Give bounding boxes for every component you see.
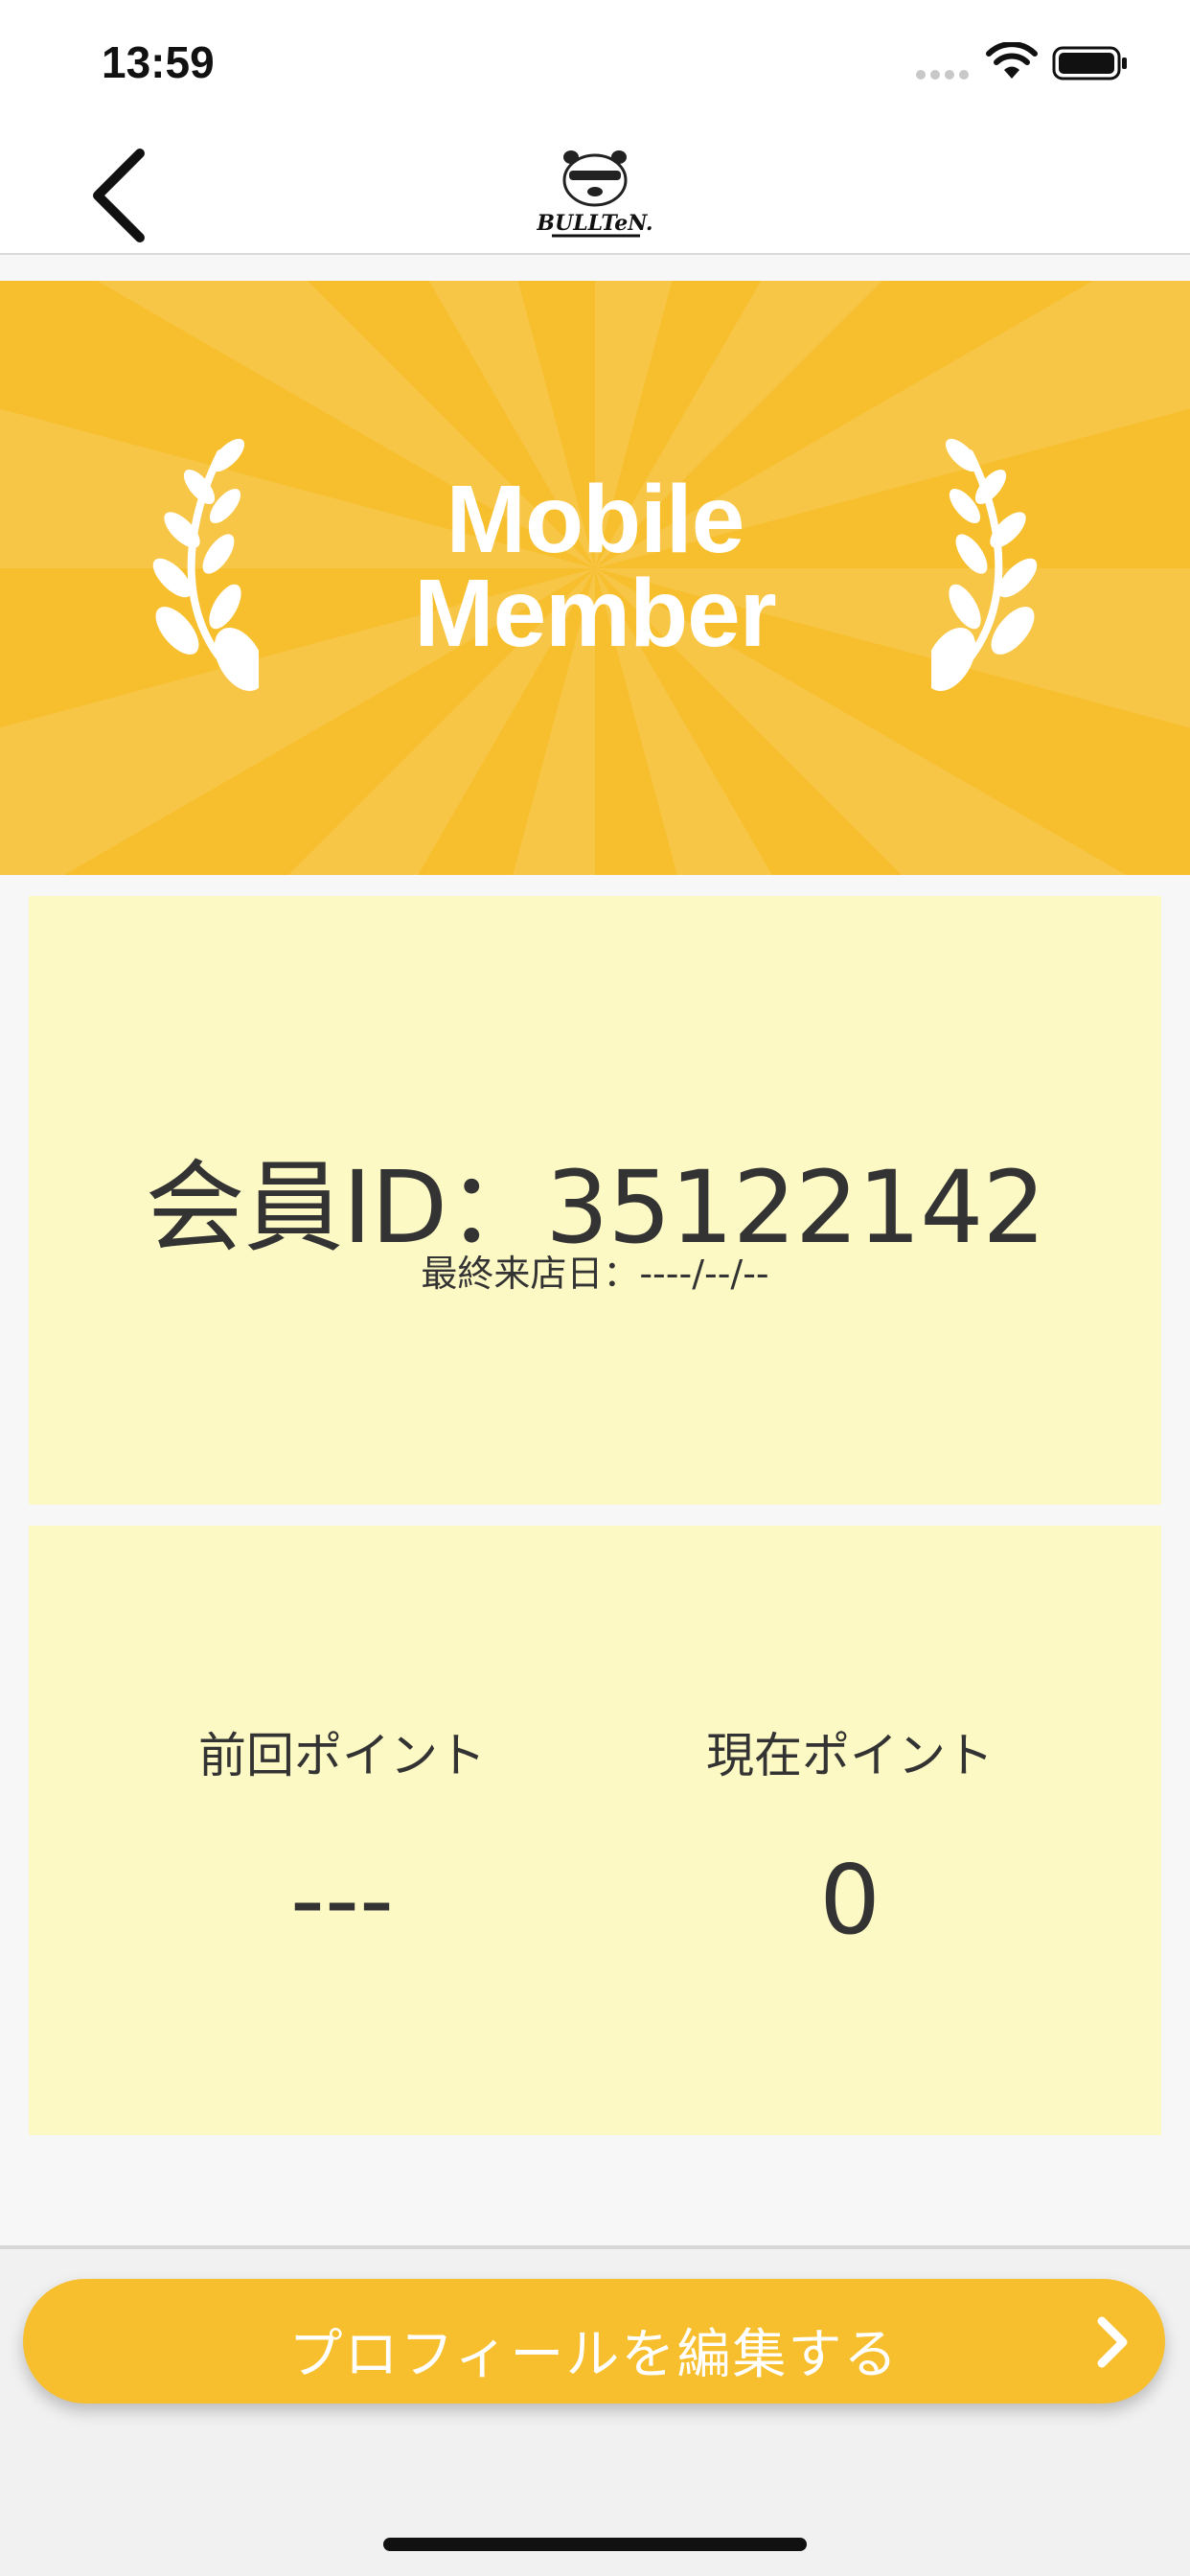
previous-points: 前回ポイント --- xyxy=(117,1717,567,1956)
current-points: 現在ポイント 0 xyxy=(625,1717,1075,1956)
status-bar: 13:59 xyxy=(0,0,1190,125)
signal-icon xyxy=(916,70,969,80)
battery-icon xyxy=(1052,46,1127,80)
edit-profile-label: プロフィールを編集する xyxy=(288,2324,900,2386)
wifi-icon xyxy=(986,42,1038,79)
nav-bar: BULLTeN. xyxy=(0,125,1190,255)
current-points-value: 0 xyxy=(819,1844,881,1956)
chevron-left-icon xyxy=(93,149,145,242)
back-button[interactable] xyxy=(77,134,172,249)
previous-points-label: 前回ポイント xyxy=(198,1728,486,1783)
last-visit-date: 最終来店日：----/--/-- xyxy=(421,1253,769,1295)
chevron-right-icon xyxy=(1097,2316,1128,2368)
member-id-card: 会員ID：35122142 最終来店日：----/--/-- xyxy=(29,896,1161,1505)
status-time: 13:59 xyxy=(102,37,215,87)
home-indicator xyxy=(383,2538,807,2551)
edit-profile-button[interactable]: プロフィールを編集する xyxy=(23,2279,1165,2404)
current-points-label: 現在ポイント xyxy=(706,1728,994,1783)
laurel-right-icon xyxy=(931,438,1038,692)
svg-text:BULLTeN.: BULLTeN. xyxy=(536,211,652,236)
previous-points-value: --- xyxy=(289,1844,395,1956)
member-banner: Mobile Member xyxy=(0,281,1190,875)
brand-logo: BULLTeN. xyxy=(533,138,657,242)
points-card: 前回ポイント --- 現在ポイント 0 xyxy=(29,1526,1161,2135)
